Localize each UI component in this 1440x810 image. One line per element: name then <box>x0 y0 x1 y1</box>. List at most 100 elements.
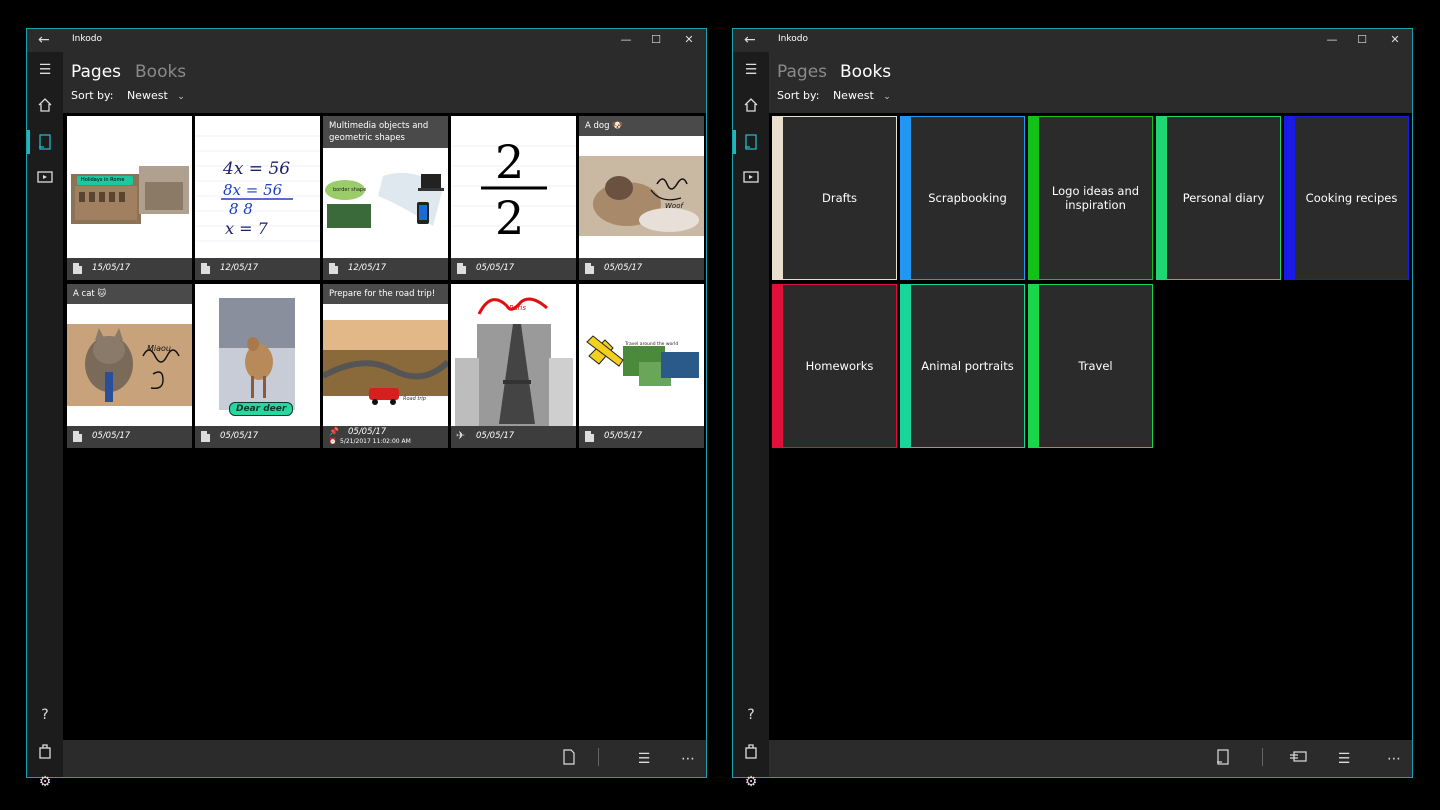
book-title: Homeworks <box>805 359 874 373</box>
book-card[interactable]: Travel <box>1028 284 1153 448</box>
book-card[interactable]: Drafts <box>772 116 897 280</box>
book-card[interactable]: Cooking recipes <box>1284 116 1409 280</box>
page-icon <box>585 431 594 442</box>
book-card[interactable]: Logo ideas and inspiration <box>1028 116 1153 280</box>
page-icon <box>73 431 82 442</box>
shopping-bag-icon[interactable] <box>733 739 769 763</box>
page-thumbnail: Holidays in Rome <box>67 116 192 258</box>
hamburger-menu-icon[interactable]: ☰ <box>27 58 63 82</box>
page-icon <box>329 263 338 274</box>
title-bar: ← Inkodo — ☐ ✕ <box>733 29 1412 52</box>
airplane-icon: ✈ <box>456 429 466 442</box>
page-date: 12/05/17 <box>348 263 387 273</box>
new-book-icon[interactable] <box>1213 749 1233 769</box>
thumb-label: Dear deer <box>229 402 294 416</box>
page-date: 05/05/17 <box>220 431 259 441</box>
book-title: Personal diary <box>1182 191 1265 205</box>
new-page-icon[interactable] <box>559 749 579 769</box>
svg-text:4x = 56: 4x = 56 <box>222 159 290 179</box>
close-icon[interactable]: ✕ <box>679 32 699 48</box>
book-title: Animal portraits <box>921 359 1014 373</box>
home-icon[interactable] <box>733 94 769 118</box>
page-card[interactable]: Dear deer 05/05/17 <box>195 284 320 448</box>
page-header: Pages Books Sort by: Newest ⌄ <box>63 52 706 113</box>
page-thumbnail: Dear deer <box>195 284 320 426</box>
page-date: 05/05/17 <box>348 427 387 437</box>
help-icon[interactable]: ? <box>733 703 769 727</box>
page-card[interactable]: Travel around the world 05/05/17 <box>579 284 704 448</box>
chevron-down-icon[interactable]: ⌄ <box>177 92 185 102</box>
page-title: A dog 🐶 <box>579 116 704 136</box>
page-icon <box>73 263 82 274</box>
tab-pages[interactable]: Pages <box>71 62 121 82</box>
page-icon <box>201 263 210 274</box>
page-card[interactable]: Holidays in Rome 15/05/17 <box>67 116 192 280</box>
sort-label: Sort by: <box>71 89 114 102</box>
gear-icon[interactable]: ⚙ <box>733 770 769 794</box>
tab-pages[interactable]: Pages <box>777 62 827 82</box>
tab-books[interactable]: Books <box>135 62 186 82</box>
pin-icon: 📌 <box>329 427 339 436</box>
page-card[interactable]: Prepare for the road trip! Road trip 📌 0… <box>323 284 448 448</box>
minimize-icon[interactable]: — <box>616 32 636 48</box>
page-footer: 05/05/17 <box>195 426 320 448</box>
home-icon[interactable] <box>27 94 63 118</box>
list-icon[interactable]: ☰ <box>634 749 654 769</box>
alarm-icon: ⏰ <box>329 438 337 445</box>
shopping-bag-icon[interactable] <box>27 739 63 763</box>
book-card[interactable]: Homeworks <box>772 284 897 448</box>
book-card[interactable]: Scrapbooking <box>900 116 1025 280</box>
hamburger-menu-icon[interactable]: ☰ <box>733 58 769 82</box>
book-icon[interactable] <box>733 166 769 190</box>
page-card[interactable]: 2 2 05/05/17 <box>451 116 576 280</box>
page-date: 05/05/17 <box>476 263 515 273</box>
book-title: Logo ideas and inspiration <box>1051 184 1140 212</box>
app-title: Inkodo <box>72 34 102 44</box>
maximize-icon[interactable]: ☐ <box>1352 32 1372 48</box>
page-thumbnail: 4x = 56 8x = 56 8 8 x = 7 <box>195 116 320 258</box>
gear-icon[interactable]: ⚙ <box>27 770 63 794</box>
page-icon[interactable] <box>733 130 769 154</box>
book-spine <box>1029 285 1039 447</box>
svg-text:x = 7: x = 7 <box>225 219 269 238</box>
page-thumbnail: A cat 🐱 Miaou <box>67 284 192 426</box>
page-icon <box>457 263 466 274</box>
chevron-down-icon[interactable]: ⌄ <box>883 92 891 102</box>
maximize-icon[interactable]: ☐ <box>646 32 666 48</box>
page-icon[interactable] <box>27 130 63 154</box>
book-settings-icon[interactable] <box>1289 749 1309 769</box>
sort-row: Sort by: Newest ⌄ <box>777 89 891 102</box>
more-icon[interactable]: ⋯ <box>678 749 698 769</box>
more-icon[interactable]: ⋯ <box>1384 749 1404 769</box>
page-card[interactable]: 4x = 56 8x = 56 8 8 x = 7 12/05/17 <box>195 116 320 280</box>
sort-dropdown[interactable]: Newest <box>833 89 874 102</box>
page-icon <box>201 431 210 442</box>
thumb-label: Miaou <box>147 344 171 353</box>
page-thumbnail: Prepare for the road trip! Road trip <box>323 284 448 426</box>
page-card[interactable]: A cat 🐱 Miaou 05/05/17 <box>67 284 192 448</box>
book-icon[interactable] <box>27 166 63 190</box>
page-card[interactable]: Multimedia objects and geometric shapes … <box>323 116 448 280</box>
page-thumbnail: 2 2 <box>451 116 576 258</box>
book-spine <box>901 117 911 279</box>
page-date: 12/05/17 <box>220 263 259 273</box>
back-arrow-icon[interactable]: ← <box>38 32 52 48</box>
title-bar: ← Inkodo — ☐ ✕ <box>27 29 706 52</box>
tab-books[interactable]: Books <box>840 62 891 82</box>
close-icon[interactable]: ✕ <box>1385 32 1405 48</box>
thumb-label: Road trip <box>403 396 426 402</box>
sort-dropdown[interactable]: Newest <box>127 89 168 102</box>
back-arrow-icon[interactable]: ← <box>744 32 758 48</box>
book-spine <box>1285 117 1295 279</box>
page-card[interactable]: A dog 🐶 Woof 05/05/17 <box>579 116 704 280</box>
page-card[interactable]: Paris ✈ 05/05/17 <box>451 284 576 448</box>
book-card[interactable]: Personal diary <box>1156 116 1281 280</box>
separator <box>1262 748 1263 766</box>
reminder-time: 5/21/2017 11:02:00 AM <box>340 438 411 445</box>
help-icon[interactable]: ? <box>27 703 63 727</box>
book-card[interactable]: Animal portraits <box>900 284 1025 448</box>
list-icon[interactable]: ☰ <box>1334 749 1354 769</box>
nav-pane: ☰ ? ⚙ <box>27 52 63 790</box>
page-date: 15/05/17 <box>92 263 131 273</box>
minimize-icon[interactable]: — <box>1322 32 1342 48</box>
